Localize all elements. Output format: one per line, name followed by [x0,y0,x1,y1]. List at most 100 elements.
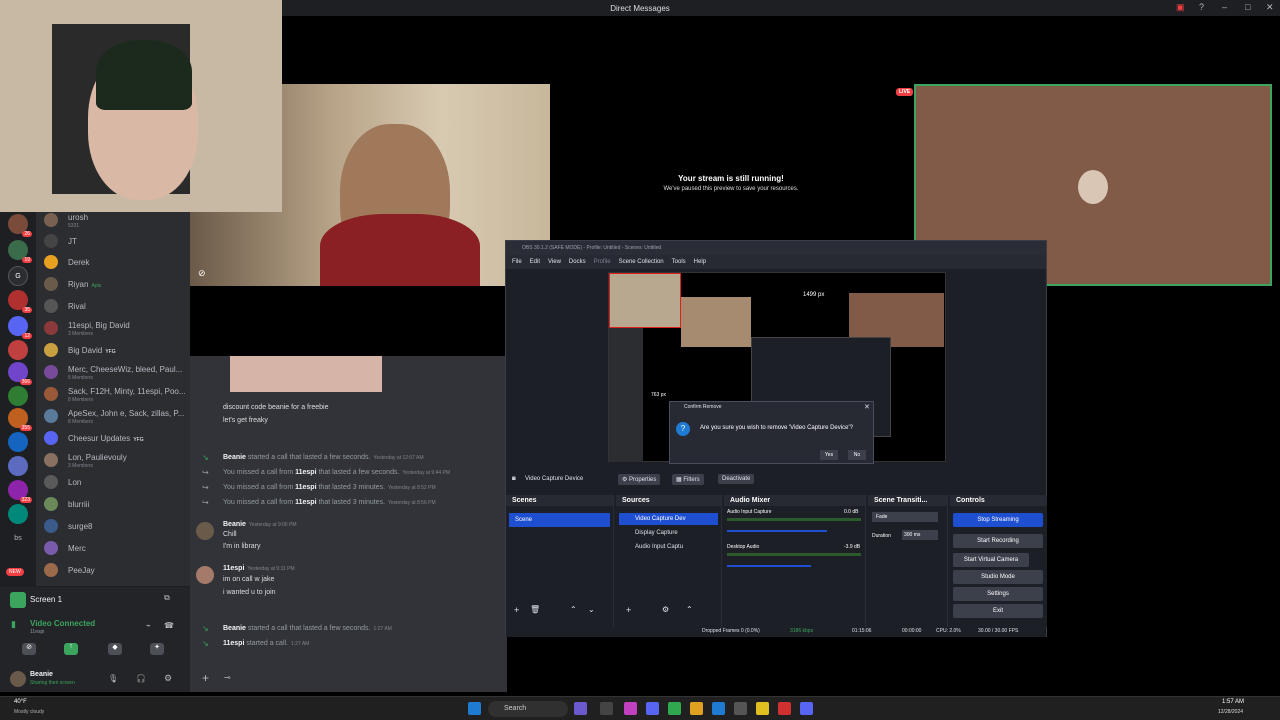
server-icon[interactable] [8,432,28,452]
app-icon[interactable] [574,702,587,715]
app-icon[interactable] [712,702,725,715]
studio-mode-button[interactable]: Studio Mode [953,570,1043,584]
move-up-icon[interactable]: ⌃ [686,605,693,614]
app-icon[interactable] [624,702,637,715]
dm-item[interactable]: ApeSex, John e, Sack, zillas, P... 8 Memb… [44,406,186,426]
discord-taskbar-icon[interactable] [800,702,813,715]
server-icon[interactable]: 12 [8,316,32,339]
app-icon[interactable] [734,702,747,715]
deactivate-button[interactable]: Deactivate [718,474,755,484]
clock-time[interactable]: 1:57 AM [1222,699,1244,705]
app-icon[interactable] [668,702,681,715]
weather-temp[interactable]: 40°F [14,699,27,705]
user-avatar[interactable] [10,671,26,687]
headphones-icon[interactable]: 🎧 [136,674,146,683]
server-icon[interactable]: G [8,266,28,286]
exit-button[interactable]: Exit [953,604,1043,618]
maximize-icon[interactable]: □ [1245,2,1250,12]
server-icon[interactable]: 366 [8,362,32,385]
dialog-close-icon[interactable]: ✕ [864,403,870,411]
dm-item[interactable]: Rival [44,296,186,316]
stop-streaming-button[interactable]: Stop Streaming [953,513,1043,527]
source-item[interactable]: Display Capture [619,527,718,539]
server-icon[interactable]: 35 [8,290,32,313]
menu-file[interactable]: File [512,259,522,265]
menu-docks[interactable]: Docks [569,259,586,265]
dm-item[interactable]: blurriii [44,494,186,514]
start-virtual-camera-button[interactable]: Start Virtual Camera [953,553,1029,567]
camera-off-button[interactable]: ⊘ [22,643,36,655]
dm-item[interactable]: 11espi, Big David 3 Members [44,318,186,338]
server-icon[interactable]: 355 [8,408,32,431]
inbox-icon[interactable]: ▣ [1176,2,1185,13]
dm-item[interactable]: Merc, CheeseWiz, bleed, Paul... 5 Members [44,362,186,382]
dm-item[interactable]: Lon [44,472,186,492]
add-icon[interactable]: + [514,605,519,615]
dm-item[interactable]: Big David YFG [44,340,186,360]
menu-profile[interactable]: Profile [594,259,611,265]
popout-icon[interactable]: ⧉ [164,593,170,603]
yes-button[interactable]: Yes [820,450,838,460]
server-icon[interactable]: 19 [8,240,32,263]
server-icon[interactable] [8,504,28,524]
dm-item[interactable]: Cheesur Updates YFG [44,428,186,448]
server-icon[interactable] [8,340,28,360]
server-icon[interactable] [8,456,28,476]
avatar[interactable] [196,566,214,584]
avatar[interactable] [196,522,214,540]
duration-input[interactable]: 300 ms [902,530,938,540]
video-tile-self[interactable] [0,0,282,212]
dm-item[interactable]: surge8 [44,516,186,536]
app-icon[interactable] [646,702,659,715]
source-settings-icon[interactable]: ⚙ [662,605,669,614]
dm-item[interactable]: PeeJay [44,560,186,580]
settings-gear-icon[interactable]: ⚙ [164,673,172,684]
menu-view[interactable]: View [548,259,561,265]
source-item[interactable]: Video Capture Dev [619,513,718,525]
disconnect-icon[interactable]: ☎ [164,621,174,630]
app-icon[interactable] [690,702,703,715]
move-up-icon[interactable]: ⌃ [570,605,577,614]
soundboard-button[interactable]: ✦ [150,643,164,655]
share-screen-button[interactable]: ↑ [64,643,78,655]
dm-item[interactable]: Sack, F12H, Minty, 11espi, Poo... 8 Membe… [44,384,186,404]
dm-item[interactable]: Merc [44,538,186,558]
server-icon[interactable]: 26 [8,214,32,237]
menu-tools[interactable]: Tools [672,259,686,265]
chat-image-attachment[interactable] [230,356,382,392]
server-icon[interactable]: bs [8,528,28,548]
menu-edit[interactable]: Edit [530,259,540,265]
taskbar-search[interactable]: Search [488,701,568,717]
start-icon[interactable] [468,702,481,715]
app-icon[interactable] [778,702,791,715]
scene-item[interactable]: Scene [509,513,610,527]
minimize-icon[interactable]: – [1222,2,1227,12]
activity-icon[interactable]: ⊸ [224,673,231,682]
volume-slider[interactable] [727,530,827,532]
app-icon[interactable] [600,702,613,715]
dm-item[interactable]: JT [44,231,186,251]
add-attachment-icon[interactable]: + [202,671,209,685]
mic-icon[interactable]: 🎙 [108,674,118,683]
app-icon[interactable] [756,702,769,715]
transition-select[interactable]: Fade [872,512,938,522]
filters-button[interactable]: ▦ Filters [672,474,704,485]
move-down-icon[interactable]: ⌄ [588,605,595,614]
server-icon[interactable] [8,386,28,406]
add-icon[interactable]: + [626,605,631,615]
volume-slider[interactable] [727,565,811,567]
noise-icon[interactable]: ⌁ [146,621,151,630]
dm-item[interactable]: urosh 5331 [44,210,186,230]
help-icon[interactable]: ? [1199,2,1204,12]
dm-item[interactable]: Derek [44,252,186,272]
dm-item[interactable]: Lon, Paulievouly 3 Members [44,450,186,470]
server-icon[interactable]: 323 [8,480,32,503]
properties-button[interactable]: ⚙ Properties [618,474,661,485]
start-recording-button[interactable]: Start Recording [953,534,1043,548]
source-item[interactable]: Audio Input Captu [619,541,718,553]
dm-item[interactable]: Riyan Apis [44,274,186,294]
menu-help[interactable]: Help [694,259,706,265]
no-button[interactable]: No [848,450,866,460]
voice-status[interactable]: Video Connected [30,619,95,628]
trash-icon[interactable]: 🗑 [530,605,540,614]
